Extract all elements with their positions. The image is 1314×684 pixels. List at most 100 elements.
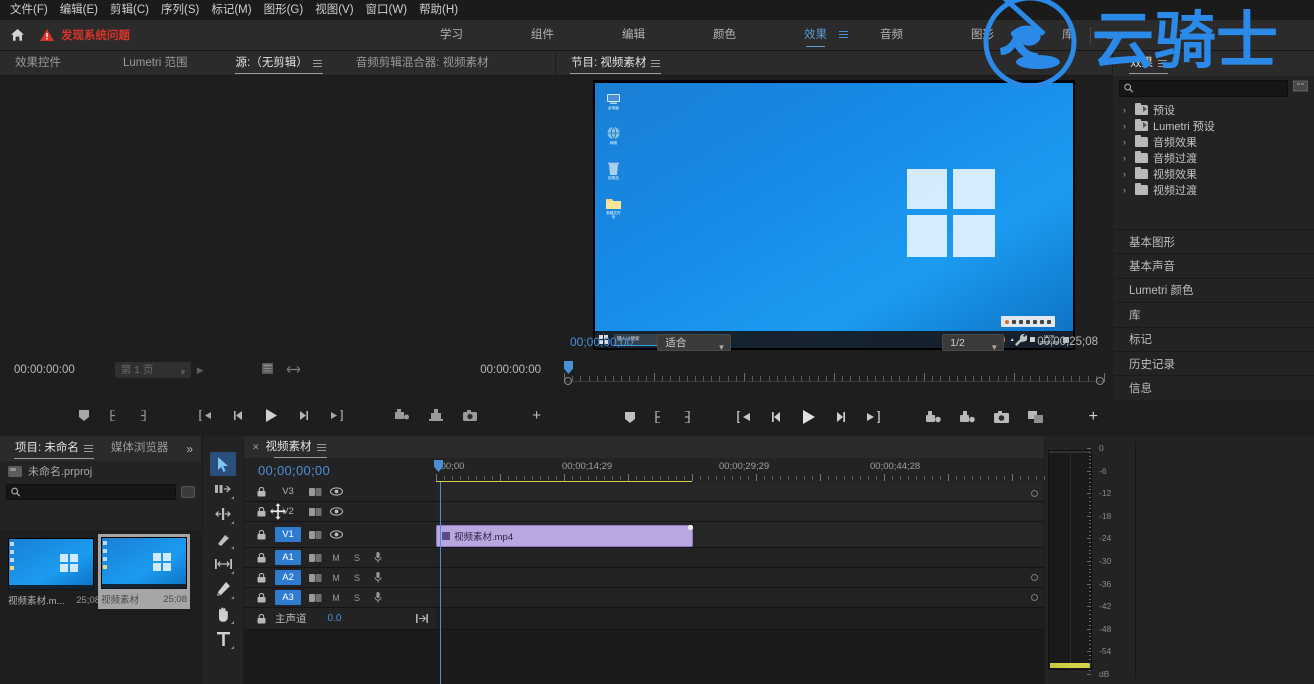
workspace-tab-assembly[interactable]: 组件 [521,20,564,51]
track-header-a1[interactable]: A1 M S [244,548,436,568]
step-forward-icon[interactable] [834,411,846,423]
solo-track-button[interactable]: S [350,571,364,584]
sync-lock-icon[interactable] [308,485,322,498]
add-button-icon[interactable]: + [1089,408,1098,426]
tab-audio-clip-mixer[interactable]: 音频剪辑混合器: 视频素材 [347,51,498,76]
track-lane-v1[interactable]: 视频素材.mp4 [436,522,1044,548]
collapsed-panel-markers[interactable]: 标记 [1113,326,1314,351]
timeline-track-a2[interactable]: A2 M S [244,568,1044,588]
tab-effect-controls[interactable]: 效果控件 [6,51,70,76]
hamburger-icon[interactable] [83,445,93,452]
lock-icon[interactable] [254,505,268,518]
timeline-clip[interactable]: 视频素材.mp4 [436,525,693,547]
export-frame-icon[interactable] [462,409,477,421]
menu-item-graphics[interactable]: 图形(G) [258,0,310,20]
track-lane-v2[interactable] [436,502,1044,522]
program-monitor-viewport[interactable]: 此电脑 网络 回收站 新建文件夹 键入以搜索 ▲ 15:09 2020/11/8 [593,80,1075,350]
selection-tool[interactable] [210,452,236,476]
track-name-v1[interactable]: V1 [275,527,301,542]
track-header-master[interactable]: 主声道 0.0 [244,608,436,630]
collapsed-panel-libraries[interactable]: 库 [1113,302,1314,327]
hamburger-icon[interactable] [312,59,322,67]
project-overflow-icon[interactable]: » [186,442,201,456]
new-custom-bin-icon[interactable] [1292,79,1309,97]
track-header-v3[interactable]: V3 [244,482,436,502]
hand-tool[interactable] [210,602,236,626]
go-to-in-icon[interactable] [198,409,213,421]
track-header-v2[interactable]: V2 [244,502,436,522]
track-lane-a3[interactable] [436,588,1044,608]
comparison-view-icon[interactable] [1028,411,1043,423]
collapsed-panel-history[interactable]: 历史记录 [1113,350,1314,376]
tab-timeline-sequence[interactable]: 视频素材 [266,435,335,460]
eye-icon[interactable] [329,485,343,498]
insert-icon[interactable] [394,409,409,421]
track-header-v1[interactable]: V1 [244,522,436,548]
lock-icon[interactable] [254,612,268,625]
sync-lock-icon[interactable] [308,505,322,518]
hamburger-icon[interactable] [651,59,661,67]
tab-media-browser[interactable]: 媒体浏览器 [102,436,178,461]
source-drag-handle-icon[interactable] [285,361,301,379]
meter-icon[interactable] [416,610,428,628]
timeline-track-a3[interactable]: A3 M S [244,588,1044,608]
program-zoom-handle-right[interactable] [1096,377,1104,385]
workspace-menu-icon[interactable] [839,30,848,41]
timeline-track-master[interactable]: 主声道 0.0 [244,608,1044,630]
collapsed-panel-lumetri-color[interactable]: Lumetri 颜色 [1113,277,1314,303]
collapsed-panel-info[interactable]: 信息 [1113,375,1314,400]
lock-icon[interactable] [254,591,268,604]
menu-item-window[interactable]: 窗口(W) [360,0,414,20]
master-track-level[interactable]: 0.0 [328,613,342,624]
timeline-track-v1[interactable]: V1 视频素材.mp4 [244,522,1044,548]
mute-track-button[interactable]: M [329,591,343,604]
mute-track-button[interactable]: M [329,571,343,584]
hamburger-icon[interactable] [316,443,326,451]
menu-item-sequence[interactable]: 序列(S) [155,0,205,20]
sync-lock-icon[interactable] [308,571,322,584]
wrench-icon[interactable] [1014,333,1028,351]
lock-icon[interactable] [254,551,268,564]
menu-item-view[interactable]: 视图(V) [309,0,359,20]
hamburger-icon[interactable] [1158,60,1167,67]
go-to-in-icon[interactable] [737,411,752,423]
system-warning[interactable]: 发现系统问题 [40,27,130,43]
effects-search-box[interactable] [1119,79,1288,97]
workspace-tab-audio[interactable]: 音频 [870,20,913,51]
collapsed-panel-essential-graphics[interactable]: 基本图形 [1113,229,1314,254]
pen-tool[interactable] [210,577,236,601]
effects-tree-item-lumetri-presets[interactable]: › Lumetri 预设 [1113,118,1314,134]
effects-tree-item-audio-transitions[interactable]: › 音频过渡 [1113,150,1314,166]
source-zoom-select[interactable]: 第 1 页 ▼ [114,362,191,378]
track-name-a3[interactable]: A3 [275,590,301,605]
track-lane-a1[interactable] [436,548,1044,568]
chevron-right-icon[interactable]: › [1123,137,1130,147]
workspace-tab-graphics[interactable]: 图形 [961,20,1004,51]
sync-lock-icon[interactable] [308,591,322,604]
marker-icon[interactable] [625,411,635,423]
source-monitor-viewport[interactable] [0,76,555,355]
home-icon[interactable] [0,28,34,42]
program-fit-select[interactable]: 适合 ▼ [657,333,732,352]
ripple-edit-tool[interactable] [210,502,236,526]
mark-in-icon[interactable] [654,411,663,423]
menu-item-marker[interactable]: 标记(M) [205,0,257,20]
solo-track-button[interactable]: S [350,551,364,564]
microphone-icon[interactable] [371,551,385,564]
project-search-input[interactable] [24,486,175,498]
workspace-tab-color[interactable]: 颜色 [703,20,746,51]
menu-item-file[interactable]: 文件(F) [4,0,54,20]
type-tool[interactable] [210,627,236,651]
program-zoom-handle-left[interactable] [564,377,572,385]
program-current-time[interactable]: 00;00;00;00 [570,335,633,349]
new-bin-icon[interactable] [181,486,195,498]
step-back-icon[interactable] [233,410,245,421]
effects-tree-item-audio-effects[interactable]: › 音频效果 [1113,134,1314,150]
mark-out-icon[interactable] [682,411,691,423]
track-lane-a2[interactable] [436,568,1044,588]
go-to-out-icon[interactable] [865,411,880,423]
menu-item-clip[interactable]: 剪辑(C) [104,0,155,20]
chevron-right-icon[interactable]: › [1123,185,1130,195]
sync-lock-icon[interactable] [308,528,322,541]
razor-tool[interactable] [210,527,236,551]
